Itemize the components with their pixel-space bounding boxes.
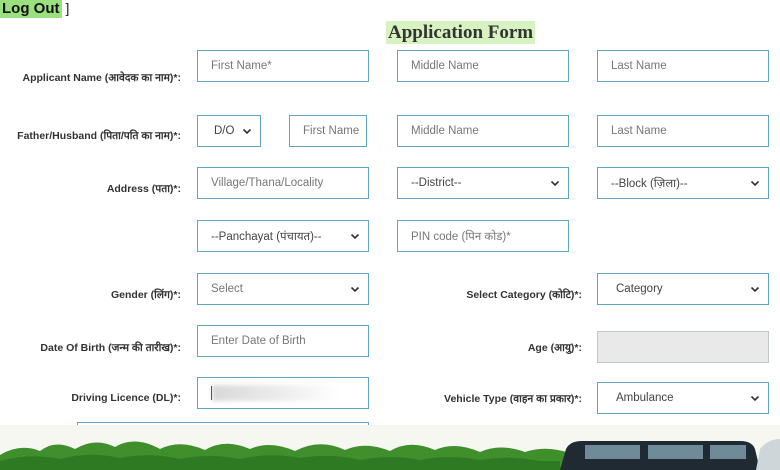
placeholder: Last Name bbox=[611, 60, 667, 72]
district-select[interactable]: --District-- bbox=[397, 167, 569, 199]
panchayat-select[interactable]: --Panchayat (पंचायत)-- bbox=[197, 220, 369, 252]
category-select[interactable]: Category bbox=[597, 273, 769, 305]
applicant-name-label: Applicant Name (आवेदक का नाम)*: bbox=[22, 72, 182, 84]
chevron-down-icon bbox=[750, 178, 760, 188]
age-label: Age (आयु)*: bbox=[527, 342, 582, 354]
redacted-value bbox=[212, 385, 340, 401]
address-label: Address (पता)*: bbox=[106, 183, 181, 195]
pin-code-input[interactable]: PIN code (पिन कोड)* bbox=[397, 220, 569, 252]
locality-input[interactable]: Village/Thana/Locality bbox=[197, 167, 369, 199]
footer-scenery bbox=[0, 425, 780, 470]
dob-input[interactable]: Enter Date of Birth bbox=[197, 325, 369, 357]
placeholder: Middle Name bbox=[411, 125, 479, 137]
placeholder: First Name* bbox=[211, 60, 272, 72]
relation-value: D/O bbox=[214, 125, 235, 137]
chevron-down-icon bbox=[350, 231, 360, 241]
dob-label: Date Of Birth (जन्म की तारीख)*: bbox=[40, 342, 181, 354]
category-label: Select Category (कोटि)*: bbox=[466, 289, 582, 301]
logout-link[interactable]: Log Out bbox=[0, 0, 63, 18]
father-middle-name-input[interactable]: Middle Name bbox=[397, 115, 569, 147]
applicant-first-name-input[interactable]: First Name* bbox=[197, 50, 369, 82]
text-caret bbox=[211, 386, 212, 400]
vehicle-type-label: Vehicle Type (वाहन का प्रकार)*: bbox=[444, 393, 582, 405]
placeholder: Enter Date of Birth bbox=[211, 335, 306, 347]
father-husband-label: Father/Husband (पिता/पति का नाम)*: bbox=[17, 130, 181, 142]
relation-select[interactable]: D/O bbox=[197, 115, 261, 147]
block-select[interactable]: --Block (ज़िला)-- bbox=[597, 167, 769, 199]
applicant-last-name-input[interactable]: Last Name bbox=[597, 50, 769, 82]
placeholder: First Name bbox=[303, 125, 360, 137]
chevron-down-icon bbox=[750, 393, 760, 403]
grass-illustration bbox=[0, 425, 780, 470]
vehicle-type-select[interactable]: Ambulance bbox=[597, 382, 769, 414]
gender-label: Gender (लिंग)*: bbox=[110, 289, 181, 301]
placeholder: PIN code (पिन कोड)* bbox=[411, 230, 511, 243]
chevron-down-icon bbox=[242, 126, 252, 136]
district-value: --District-- bbox=[411, 177, 462, 189]
panchayat-value: --Panchayat (पंचायत)-- bbox=[211, 230, 322, 243]
chevron-down-icon bbox=[350, 284, 360, 294]
chevron-down-icon bbox=[550, 178, 560, 188]
applicant-middle-name-input[interactable]: Middle Name bbox=[397, 50, 569, 82]
form-title: Application Form bbox=[386, 21, 536, 44]
header: Log Out] bbox=[0, 0, 70, 18]
driving-licence-label: Driving Licence (DL)*: bbox=[71, 392, 181, 404]
bracket-text: ] bbox=[65, 0, 70, 16]
placeholder: Village/Thana/Locality bbox=[211, 177, 324, 189]
chevron-down-icon bbox=[750, 284, 760, 294]
vehicle-type-value: Ambulance bbox=[616, 392, 674, 404]
father-last-name-input[interactable]: Last Name bbox=[597, 115, 769, 147]
father-first-name-input[interactable]: First Name bbox=[289, 115, 367, 147]
gender-select[interactable]: Select bbox=[197, 273, 369, 305]
gender-value: Select bbox=[211, 283, 243, 295]
placeholder: Middle Name bbox=[411, 60, 479, 72]
category-value: Category bbox=[616, 283, 663, 295]
vehicle-illustration bbox=[560, 439, 780, 470]
placeholder: Last Name bbox=[611, 125, 667, 137]
age-field bbox=[597, 331, 769, 363]
block-value: --Block (ज़िला)-- bbox=[611, 177, 688, 190]
